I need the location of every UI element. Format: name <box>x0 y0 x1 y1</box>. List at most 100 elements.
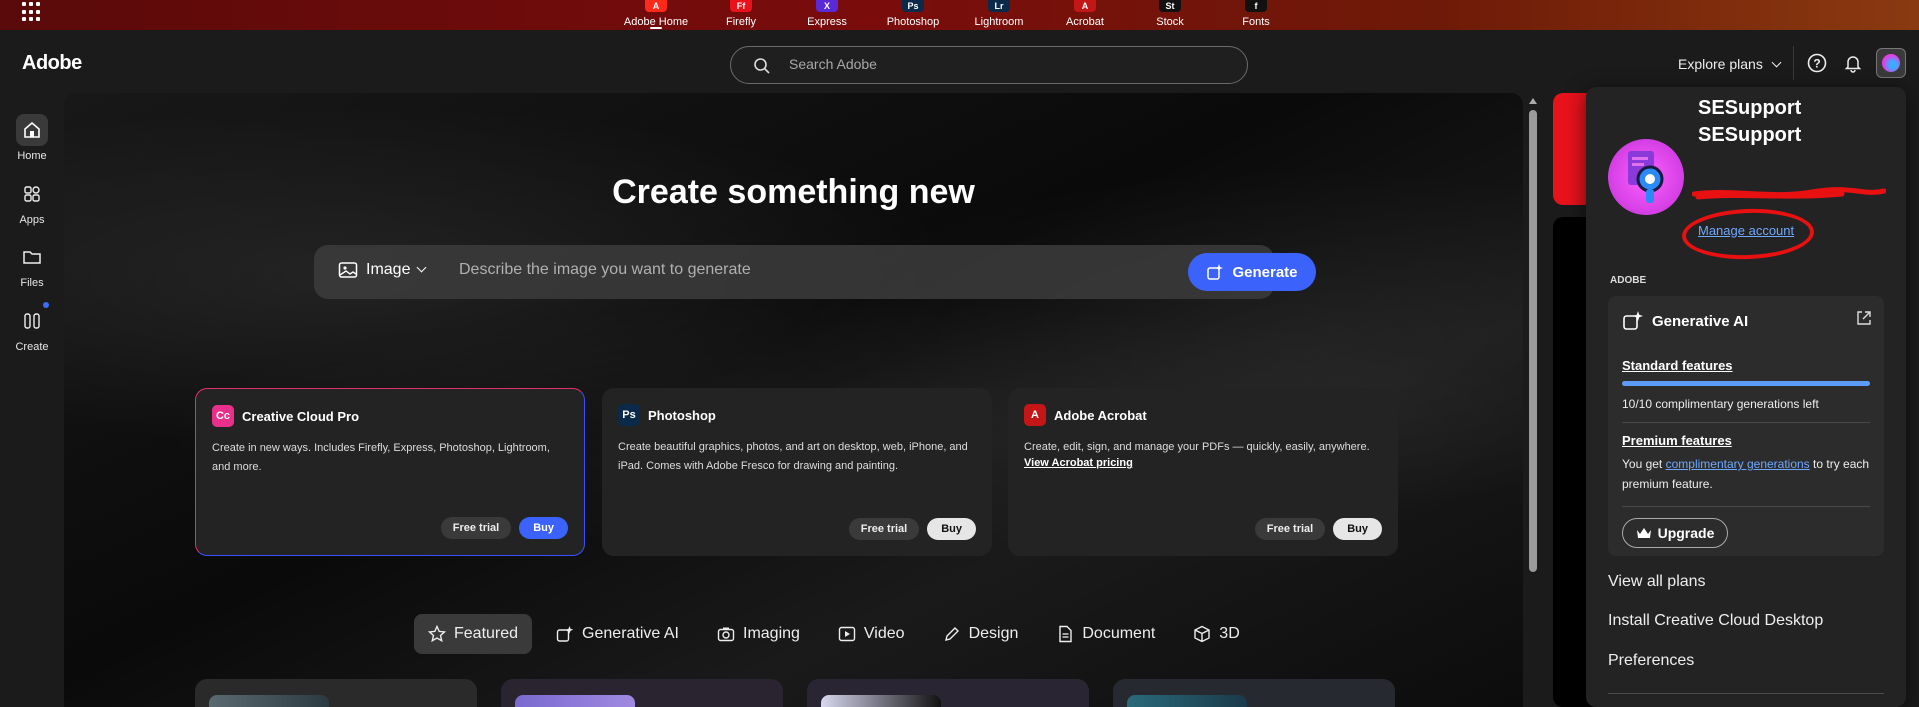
premium-description: You get complimentary generations to try… <box>1622 454 1870 494</box>
hero-title: Create something new <box>612 173 975 211</box>
thumbnail-card[interactable] <box>195 679 477 707</box>
premium-text-before: You get <box>1622 457 1663 471</box>
annotation-circle <box>1681 206 1815 262</box>
scroll-up-arrow[interactable] <box>1529 98 1537 104</box>
app-photoshop[interactable]: Ps Photoshop <box>873 0 953 28</box>
app-label: Express <box>807 16 847 28</box>
tab-label: Video <box>863 625 905 642</box>
divider <box>1622 506 1870 507</box>
app-grid-icon[interactable] <box>22 2 42 22</box>
help-icon[interactable]: ? <box>1806 52 1828 74</box>
document-icon <box>1059 625 1073 643</box>
product-card-adobe-acrobat[interactable]: A Adobe Acrobat Create, edit, sign, and ma… <box>1008 388 1398 556</box>
product-card-photoshop[interactable]: Ps Photoshop Create beautiful graphics, ph… <box>602 388 992 556</box>
bell-icon[interactable] <box>1842 52 1864 74</box>
hero-section: Create something new Image Generate Cc Cr… <box>64 93 1523 707</box>
thumbnail-card[interactable] <box>501 679 783 707</box>
rail-label-home: Home <box>17 150 47 162</box>
free-trial-button[interactable]: Free trial <box>440 517 512 539</box>
app-acrobat[interactable]: A Acrobat <box>1045 0 1125 28</box>
app-express-icon: X <box>816 0 838 12</box>
generations-left-text: 10/10 complimentary generations left <box>1622 397 1819 411</box>
search-bar[interactable] <box>730 46 1248 84</box>
external-link-icon[interactable] <box>1856 310 1872 326</box>
video-icon <box>838 626 856 642</box>
account-display-name: SESupport <box>1698 124 1802 146</box>
page-scrollbar[interactable] <box>1526 96 1540 707</box>
app-fonts-icon: f <box>1245 0 1267 12</box>
tab-featured[interactable]: Featured <box>414 614 533 654</box>
rail-item-files[interactable]: Files <box>0 241 64 289</box>
install-cc-desktop-link[interactable]: Install Creative Cloud Desktop <box>1608 612 1823 630</box>
app-adobe-home-icon: A <box>645 0 667 12</box>
upgrade-button[interactable]: Upgrade <box>1622 518 1728 548</box>
product-header: Cc Creative Cloud Pro <box>212 405 568 427</box>
media-type-dropdown[interactable]: Image <box>338 261 427 279</box>
free-trial-button[interactable]: Free trial <box>1254 518 1326 540</box>
app-label: Acrobat <box>1066 16 1104 28</box>
rail-item-home[interactable]: Home <box>0 114 64 162</box>
profile-avatar-button[interactable] <box>1876 48 1906 78</box>
search-input[interactable] <box>789 56 1209 72</box>
scrollbar-thumb[interactable] <box>1529 110 1537 572</box>
generate-button[interactable]: Generate <box>1188 253 1316 291</box>
tab-imaging[interactable]: Imaging <box>703 614 814 654</box>
view-pricing-link[interactable]: View Acrobat pricing <box>1024 457 1382 469</box>
tab-document[interactable]: Document <box>1042 614 1169 654</box>
product-card-creative-cloud-pro[interactable]: Cc Creative Cloud Pro Create in new ways. … <box>195 388 585 556</box>
app-label: Fonts <box>1242 16 1270 28</box>
profile-avatar <box>1608 139 1684 215</box>
prompt-input[interactable] <box>459 261 1059 279</box>
free-trial-button[interactable]: Free trial <box>848 518 920 540</box>
tab-label: 3D <box>1219 625 1240 642</box>
product-name: Creative Cloud Pro <box>242 408 360 424</box>
app-express[interactable]: X Express <box>787 0 867 28</box>
category-tabs: Featured Generative AI Imaging Video Design D… <box>414 614 1254 654</box>
app-stock[interactable]: St Stock <box>1130 0 1210 28</box>
crown-icon <box>1636 528 1651 538</box>
product-description: Create, edit, sign, and manage your PDFs… <box>1024 441 1370 453</box>
home-icon <box>24 121 40 138</box>
tab-label: Generative AI <box>582 625 679 642</box>
tab-video[interactable]: Video <box>824 614 919 654</box>
complimentary-generations-link[interactable]: complimentary generations <box>1666 457 1810 471</box>
rail-item-create[interactable]: Create <box>0 305 64 353</box>
generative-ai-icon <box>556 626 574 642</box>
avatar-illustration-icon <box>1628 151 1664 203</box>
view-all-plans-link[interactable]: View all plans <box>1608 573 1706 591</box>
notification-dot <box>43 302 49 308</box>
tab-label: Document <box>1082 625 1156 642</box>
explore-plans-button[interactable]: Explore plans <box>1678 56 1782 72</box>
adobe-acrobat-logo-icon: A <box>1024 404 1046 426</box>
premium-features-link[interactable]: Premium features <box>1622 433 1732 448</box>
tab-generative-ai[interactable]: Generative AI <box>542 614 693 654</box>
buy-button[interactable]: Buy <box>927 518 976 540</box>
upgrade-label: Upgrade <box>1657 525 1715 541</box>
tab-label: Featured <box>454 625 519 642</box>
thumbnail-card[interactable] <box>807 679 1089 707</box>
tab-3d[interactable]: 3D <box>1179 614 1253 654</box>
tab-design[interactable]: Design <box>929 614 1033 654</box>
preferences-link[interactable]: Preferences <box>1608 652 1694 670</box>
divider <box>1622 422 1870 423</box>
rail-label-create: Create <box>15 341 49 353</box>
app-adobe-home[interactable]: A Adobe Home <box>616 0 696 29</box>
photoshop-logo-icon: Ps <box>618 404 640 426</box>
product-actions: Free trial Buy <box>1254 518 1382 540</box>
app-label: Stock <box>1156 16 1184 28</box>
app-stock-icon: St <box>1159 0 1181 12</box>
app-label: Photoshop <box>886 16 940 28</box>
svg-text:?: ? <box>1813 57 1820 71</box>
buy-button[interactable]: Buy <box>1333 518 1382 540</box>
tab-label: Design <box>968 625 1019 642</box>
standard-features-link[interactable]: Standard features <box>1622 358 1733 373</box>
app-lightroom[interactable]: Lr Lightroom <box>959 0 1039 28</box>
rail-item-apps[interactable]: Apps <box>0 178 64 226</box>
adobe-logo[interactable]: Adobe <box>22 52 82 75</box>
media-type-label: Image <box>366 261 411 278</box>
buy-button[interactable]: Buy <box>519 517 568 539</box>
redaction-scribble <box>1692 187 1886 200</box>
app-fonts[interactable]: f Fonts <box>1216 0 1296 28</box>
app-firefly[interactable]: Ff Firefly <box>701 0 781 28</box>
thumbnail-card[interactable] <box>1113 679 1395 707</box>
